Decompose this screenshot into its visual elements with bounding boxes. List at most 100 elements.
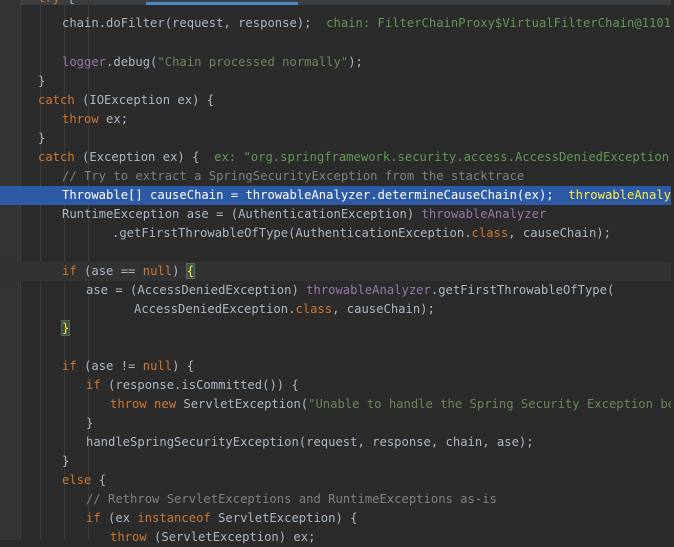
code-text: if (response.isCommitted()) {	[86, 376, 299, 395]
code-token: ) {	[172, 359, 195, 373]
code-token: .getFirstThrowableOfType(AuthenticationE…	[112, 226, 472, 240]
code-token: null	[142, 359, 173, 373]
code-token: handleSpringSecurityException(request, r…	[86, 435, 534, 449]
code-text: if (ase != null) {	[62, 357, 194, 376]
code-token: {	[185, 263, 196, 279]
code-text: .getFirstThrowableOfType(AuthenticationE…	[112, 224, 611, 243]
code-token: if	[86, 378, 101, 392]
code-text: }	[86, 414, 93, 433]
inline-debug-value: ex: "org.springframework.security.access…	[214, 150, 674, 164]
code-token: , causeChain);	[508, 226, 611, 240]
code-token: (ase !=	[76, 359, 143, 373]
code-line[interactable]	[0, 338, 674, 357]
code-token: throw	[110, 530, 147, 544]
code-token: }	[38, 74, 46, 88]
code-token: // Try to extract a SpringSecurityExcept…	[62, 169, 525, 183]
code-text: else {	[62, 471, 106, 490]
code-token: .doFilter(request, response);	[98, 16, 312, 30]
code-token: throw new	[110, 397, 177, 411]
code-text: }	[60, 319, 71, 338]
code-line[interactable]: AccessDeniedException.class, causeChain)…	[0, 300, 674, 319]
code-text: AccessDeniedException.class, causeChain)…	[134, 300, 435, 319]
code-line[interactable]: }	[0, 129, 674, 148]
code-line[interactable]: try {	[0, 0, 674, 8]
code-line[interactable]: // Rethrow ServletExceptions and Runtime…	[0, 490, 674, 509]
code-line[interactable]: chain.doFilter(request, response); chain…	[0, 14, 674, 33]
code-line[interactable]: catch (Exception ex) { ex: "org.springfr…	[0, 148, 674, 167]
code-text: try {	[38, 0, 75, 8]
code-token: catch	[38, 150, 75, 164]
code-line[interactable]: // Try to extract a SpringSecurityExcept…	[0, 167, 674, 186]
code-text: chain.doFilter(request, response); chain…	[62, 14, 674, 33]
code-text: }	[62, 452, 69, 471]
code-text: catch (Exception ex) { ex: "org.springfr…	[38, 148, 674, 167]
code-token: throwableAnalyzer	[306, 283, 431, 297]
code-line[interactable]: }	[0, 319, 674, 338]
code-editor[interactable]: try { chain.doFilter(request, response); …	[0, 0, 674, 544]
code-token: (Exception ex) {	[74, 150, 200, 164]
code-token: {	[60, 0, 74, 5]
code-token: throwableAnalyzer	[245, 188, 371, 202]
code-text: }	[38, 129, 45, 148]
code-token: );	[348, 55, 363, 69]
code-token: (ServletException) ex;	[146, 530, 316, 544]
code-token: "Unable to handle the Spring Security Ex…	[308, 397, 674, 411]
code-line[interactable]: ase = (AccessDeniedException) throwableA…	[0, 281, 674, 300]
code-token: }	[38, 131, 46, 145]
code-text: handleSpringSecurityException(request, r…	[86, 433, 534, 452]
code-line[interactable]: .getFirstThrowableOfType(AuthenticationE…	[0, 224, 674, 243]
code-token: class	[295, 302, 333, 316]
code-line[interactable]: if (ex instanceof ServletException) {	[0, 509, 674, 528]
code-token: .determineCauseChain(ex);	[370, 188, 554, 202]
code-token: )	[172, 264, 187, 278]
code-text: throw (ServletException) ex;	[110, 528, 315, 547]
code-token: AccessDeniedException.	[134, 302, 296, 316]
code-line[interactable]: if (ase == null) {	[0, 262, 674, 281]
code-line[interactable]	[0, 243, 674, 262]
code-line[interactable]: logger.debug("Chain processed normally")…	[0, 53, 674, 72]
code-token: ase = (AccessDeniedException)	[86, 283, 307, 297]
code-token: chain	[62, 16, 99, 30]
code-token: }	[86, 416, 94, 430]
code-line[interactable]: throw (ServletException) ex;	[0, 528, 674, 547]
code-token: .debug(	[106, 55, 158, 69]
code-line[interactable]: }	[0, 452, 674, 471]
code-token: }	[62, 454, 70, 468]
inline-debug-value: throwableAnalyzer: ExceptionTrans	[568, 188, 674, 202]
code-line[interactable]: else {	[0, 471, 674, 490]
code-text: logger.debug("Chain processed normally")…	[62, 53, 363, 72]
code-line[interactable]: catch (IOException ex) {	[0, 91, 674, 110]
code-token: ex;	[98, 112, 129, 126]
code-line[interactable]	[0, 33, 674, 52]
code-text: Throwable[] causeChain = throwableAnalyz…	[62, 186, 674, 205]
code-line[interactable]: throw ex;	[0, 110, 674, 129]
inline-debug-value: chain: FilterChainProxy$VirtualFilterCha…	[326, 16, 674, 30]
code-token: null	[142, 264, 173, 278]
code-token: ServletException) {	[210, 511, 358, 525]
code-token: throw	[62, 112, 99, 126]
code-line[interactable]: handleSpringSecurityException(request, r…	[0, 433, 674, 452]
code-token: if	[86, 511, 101, 525]
code-token: RuntimeException ase = (AuthenticationEx…	[62, 207, 422, 221]
code-token: .getFirstThrowableOfType(	[430, 283, 615, 297]
code-line[interactable]: if (ase != null) {	[0, 357, 674, 376]
execution-point-line[interactable]: Throwable[] causeChain = throwableAnalyz…	[0, 186, 674, 205]
code-token: else	[62, 473, 92, 487]
code-token: (IOException ex) {	[74, 93, 215, 107]
code-text: if (ase == null) {	[62, 262, 196, 281]
code-line[interactable]: throw new ServletException("Unable to ha…	[0, 395, 674, 414]
code-token: catch	[38, 93, 75, 107]
code-line[interactable]: }	[0, 414, 674, 433]
code-text: throw new ServletException("Unable to ha…	[110, 395, 674, 414]
code-text: catch (IOException ex) {	[38, 91, 214, 110]
code-text: ase = (AccessDeniedException) throwableA…	[86, 281, 614, 300]
code-line[interactable]: RuntimeException ase = (AuthenticationEx…	[0, 205, 674, 224]
code-token: (response.isCommitted()) {	[100, 378, 299, 392]
code-text: // Rethrow ServletExceptions and Runtime…	[86, 490, 497, 509]
code-line[interactable]: }	[0, 72, 674, 91]
code-token: }	[60, 320, 71, 336]
code-line[interactable]: if (response.isCommitted()) {	[0, 376, 674, 395]
code-token: class	[471, 226, 509, 240]
code-token: try	[38, 0, 60, 5]
code-token: instanceof	[137, 511, 211, 525]
